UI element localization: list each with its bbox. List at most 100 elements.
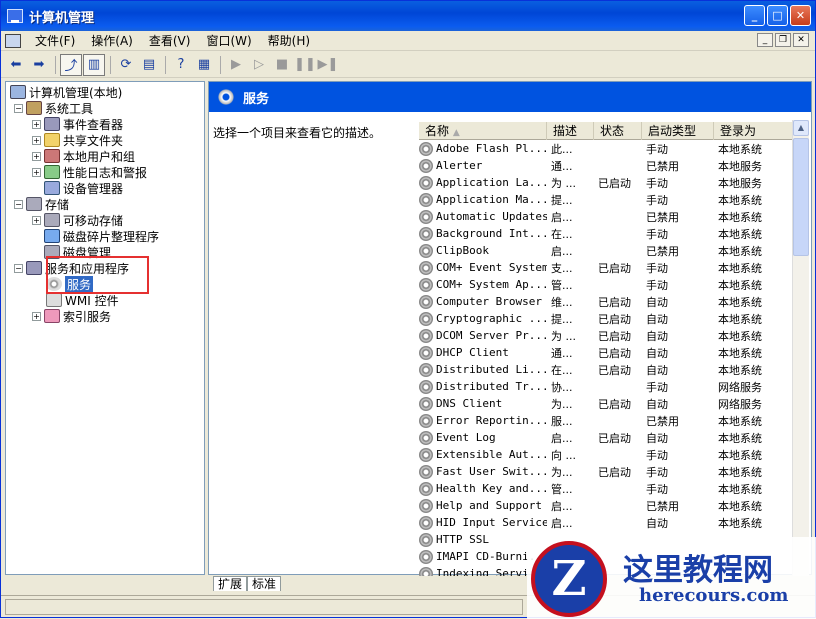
service-name-cell: Fast User Swit... <box>419 464 547 479</box>
service-name-cell: ClipBook <box>419 243 547 258</box>
tree-node-perf-logs[interactable]: + 性能日志和警报 <box>32 164 147 180</box>
service-startup-cell: 手动 <box>646 261 668 275</box>
child-close-button[interactable]: ✕ <box>793 33 809 47</box>
table-row[interactable]: Extensible Aut... 向 ... 手动 本地系统 <box>419 446 799 463</box>
service-gear-icon <box>419 345 433 360</box>
vertical-scrollbar[interactable]: ▲ <box>792 120 809 576</box>
child-restore-button[interactable]: ❐ <box>775 33 791 47</box>
table-row[interactable]: Event Log 启... 已启动 自动 本地系统 <box>419 429 799 446</box>
tab-standard[interactable]: 标准 <box>247 576 282 591</box>
tree-node-device-manager[interactable]: 设备管理器 <box>44 180 123 196</box>
table-row[interactable]: COM+ Event System 支... 已启动 手动 本地系统 <box>419 259 799 276</box>
table-row[interactable]: Error Reportin... 服... 已禁用 本地系统 <box>419 412 799 429</box>
column-header-startup-type[interactable]: 启动类型 <box>642 122 714 140</box>
tree-node-system-tools[interactable]: − 系统工具 <box>14 100 93 116</box>
menu-help[interactable]: 帮助(H) <box>260 32 318 50</box>
tree-node-wmi[interactable]: WMI 控件 <box>46 292 119 308</box>
table-row[interactable]: Application La... 为 ... 已启动 手动 本地服务 <box>419 174 799 191</box>
scroll-up-icon[interactable]: ▲ <box>793 120 809 136</box>
tree-node-storage[interactable]: − 存储 <box>14 196 69 212</box>
menu-file[interactable]: 文件(F) <box>27 32 83 50</box>
menu-view[interactable]: 查看(V) <box>141 32 199 50</box>
service-gear-icon <box>419 396 433 411</box>
title-bar[interactable]: 计算机管理 _ □ ✕ <box>1 1 815 31</box>
table-row[interactable]: Help and Support 启... 已禁用 本地系统 <box>419 497 799 514</box>
table-row[interactable]: Fast User Swit... 为... 已启动 手动 本地系统 <box>419 463 799 480</box>
tree-node-indexing[interactable]: + 索引服务 <box>32 308 111 324</box>
table-row[interactable]: Automatic Updates 启... 已禁用 本地系统 <box>419 208 799 225</box>
minimize-button[interactable]: _ <box>744 5 765 26</box>
menu-bar: 文件(F) 操作(A) 查看(V) 窗口(W) 帮助(H) _ ❐ ✕ <box>1 31 815 51</box>
table-row[interactable]: Distributed Tr... 协... 手动 网络服务 <box>419 378 799 395</box>
start-service-alt-icon[interactable]: ▷ <box>248 54 270 76</box>
expand-icon[interactable]: + <box>32 167 41 177</box>
table-row[interactable]: DNS Client 为... 已启动 自动 网络服务 <box>419 395 799 412</box>
table-row[interactable]: Distributed Li... 在... 已启动 自动 本地系统 <box>419 361 799 378</box>
service-logon-cell: 本地系统 <box>718 482 762 496</box>
table-row[interactable]: DCOM Server Pr... 为 ... 已启动 自动 本地系统 <box>419 327 799 344</box>
tree-node-local-users[interactable]: + 本地用户和组 <box>32 148 135 164</box>
table-row[interactable]: Health Key and... 管... 手动 本地系统 <box>419 480 799 497</box>
table-row[interactable]: Adobe Flash Pl... 此... 手动 本地系统 <box>419 140 799 157</box>
stop-service-icon[interactable]: ■ <box>271 54 293 76</box>
table-row[interactable]: Background Int... 在... 手动 本地系统 <box>419 225 799 242</box>
help-icon[interactable]: ? <box>170 54 192 76</box>
expand-icon[interactable]: + <box>32 151 41 161</box>
maximize-button[interactable]: □ <box>767 5 788 26</box>
collapse-icon[interactable]: − <box>14 263 23 273</box>
table-row[interactable]: Computer Browser 维... 已启动 自动 本地系统 <box>419 293 799 310</box>
collapse-icon[interactable]: − <box>14 103 23 113</box>
collapse-icon[interactable]: − <box>14 199 23 209</box>
restart-service-icon[interactable]: ▶❚ <box>317 54 339 76</box>
table-row[interactable]: Application Ma... 提... 手动 本地系统 <box>419 191 799 208</box>
column-header-logon-as[interactable]: 登录为 <box>714 122 799 140</box>
column-header-name[interactable]: 名称 ▲ <box>419 122 547 140</box>
child-minimize-button[interactable]: _ <box>757 33 773 47</box>
panel-title: 服务 <box>243 91 270 107</box>
table-row[interactable]: Alerter 通... 已禁用 本地服务 <box>419 157 799 174</box>
table-row[interactable]: ClipBook 启... 已禁用 本地系统 <box>419 242 799 259</box>
service-startup-cell: 已禁用 <box>646 244 679 258</box>
service-status-cell: 已启动 <box>598 312 631 326</box>
table-row[interactable]: DHCP Client 通... 已启动 自动 本地系统 <box>419 344 799 361</box>
tree-node-shared-folders[interactable]: + 共享文件夹 <box>32 132 123 148</box>
table-row[interactable]: HID Input Service 启... 自动 本地系统 <box>419 514 799 531</box>
table-row[interactable]: COM+ System Ap... 管... 手动 本地系统 <box>419 276 799 293</box>
expand-icon[interactable]: + <box>32 135 41 145</box>
table-row[interactable]: Cryptographic ... 提... 已启动 自动 本地系统 <box>419 310 799 327</box>
tree-node-event-viewer[interactable]: + 事件查看器 <box>32 116 123 132</box>
column-header-description[interactable]: 描述 <box>547 122 594 140</box>
service-description-cell: 管... <box>551 278 573 292</box>
service-startup-cell: 手动 <box>646 380 668 394</box>
export-list-icon[interactable]: ▤ <box>138 54 160 76</box>
back-arrow-icon[interactable]: ⬅ <box>5 54 27 76</box>
service-rows: Adobe Flash Pl... 此... 手动 本地系统 Alerter 通... 已禁… <box>419 140 799 576</box>
tree-node-root[interactable]: 计算机管理(本地) <box>10 84 122 100</box>
tree-node-defrag[interactable]: 磁盘碎片整理程序 <box>44 228 159 244</box>
column-header-status[interactable]: 状态 <box>594 122 642 140</box>
show-hide-tree-icon[interactable]: ▥ <box>83 53 105 76</box>
service-logon-cell: 本地系统 <box>718 278 762 292</box>
pause-service-icon[interactable]: ❚❚ <box>294 54 316 76</box>
service-logon-cell: 网络服务 <box>718 397 762 411</box>
expand-icon[interactable]: + <box>32 119 41 129</box>
mmc-system-icon[interactable] <box>5 33 21 48</box>
menu-window[interactable]: 窗口(W) <box>198 32 259 50</box>
expand-icon[interactable]: + <box>32 215 41 225</box>
service-startup-cell: 自动 <box>646 397 668 411</box>
tree-node-removable-storage[interactable]: + 可移动存储 <box>32 212 123 228</box>
close-button[interactable]: ✕ <box>790 5 811 26</box>
up-folder-icon[interactable]: ⤴ <box>60 53 82 76</box>
service-gear-icon <box>419 362 433 377</box>
refresh-icon[interactable]: ⟳ <box>115 54 137 76</box>
service-description-cell: 为 ... <box>551 329 576 343</box>
expand-icon[interactable]: + <box>32 311 41 321</box>
forward-arrow-icon[interactable]: ➡ <box>28 54 50 76</box>
scroll-thumb[interactable] <box>793 138 809 256</box>
service-logon-cell: 本地系统 <box>718 261 762 275</box>
tab-extended[interactable]: 扩展 <box>213 576 248 591</box>
menu-action[interactable]: 操作(A) <box>83 32 141 50</box>
start-service-icon[interactable]: ▶ <box>225 54 247 76</box>
properties-icon[interactable]: ▦ <box>193 54 215 76</box>
service-gear-icon <box>419 192 433 207</box>
